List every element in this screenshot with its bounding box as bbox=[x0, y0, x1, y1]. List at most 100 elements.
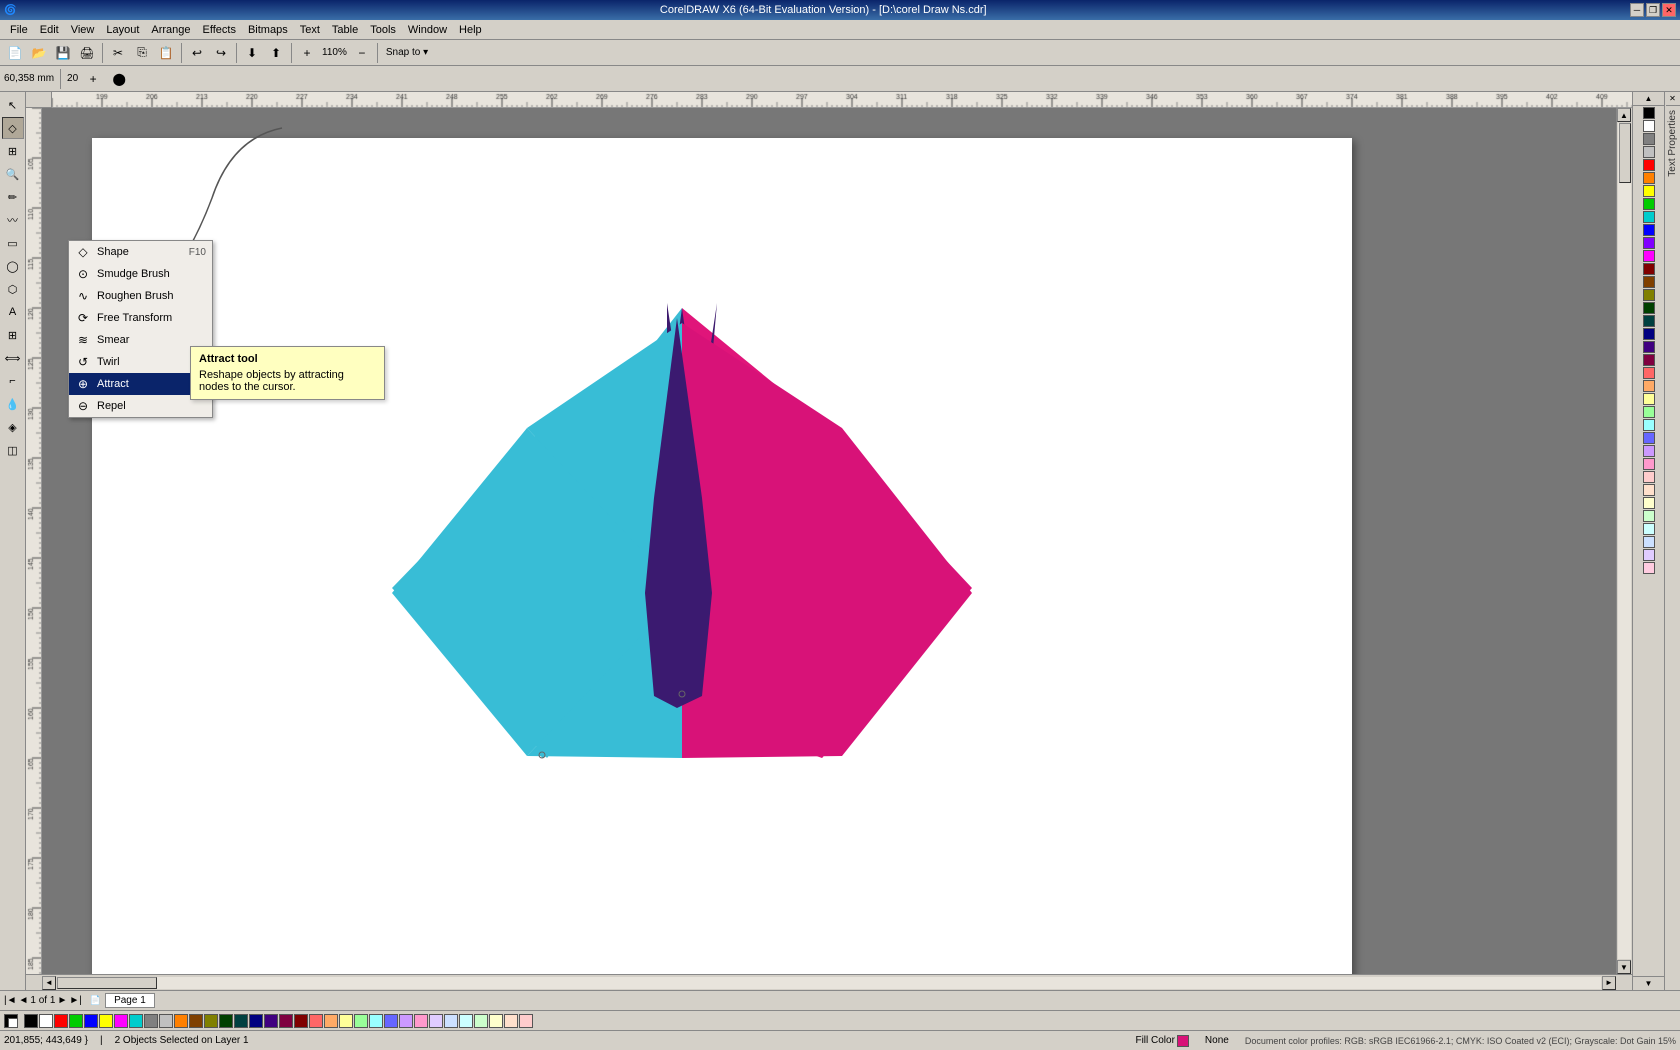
menu-help[interactable]: Help bbox=[453, 22, 488, 38]
palette-color-swatch[interactable] bbox=[1643, 107, 1655, 119]
current-fill-swatch[interactable] bbox=[4, 1014, 18, 1028]
redo-button[interactable]: ↪ bbox=[210, 42, 232, 64]
bottom-color-swatch[interactable] bbox=[459, 1014, 473, 1028]
transparency-tool[interactable]: ◫ bbox=[2, 439, 24, 461]
menu-item-freetransform[interactable]: ⟳ Free Transform bbox=[69, 307, 212, 329]
palette-color-swatch[interactable] bbox=[1643, 211, 1655, 223]
save-button[interactable]: 💾 bbox=[52, 42, 74, 64]
bottom-color-swatch[interactable] bbox=[294, 1014, 308, 1028]
palette-scroll-up[interactable]: ▲ bbox=[1633, 92, 1664, 106]
crop-tool[interactable]: ⊞ bbox=[2, 140, 24, 162]
palette-color-swatch[interactable] bbox=[1643, 484, 1655, 496]
palette-color-swatch[interactable] bbox=[1643, 393, 1655, 405]
palette-color-swatch[interactable] bbox=[1643, 341, 1655, 353]
bottom-color-swatch[interactable] bbox=[39, 1014, 53, 1028]
zoom-in-button[interactable]: + bbox=[296, 42, 318, 64]
palette-color-swatch[interactable] bbox=[1643, 380, 1655, 392]
bottom-color-swatch[interactable] bbox=[219, 1014, 233, 1028]
page-tab-1[interactable]: Page 1 bbox=[105, 993, 155, 1008]
h-scrollbar[interactable]: ◄ ► bbox=[42, 975, 1616, 990]
palette-color-swatch[interactable] bbox=[1643, 250, 1655, 262]
palette-color-swatch[interactable] bbox=[1643, 133, 1655, 145]
close-button[interactable]: ✕ bbox=[1662, 3, 1676, 17]
palette-color-swatch[interactable] bbox=[1643, 510, 1655, 522]
nib-mode[interactable]: ⬤ bbox=[108, 68, 130, 90]
export-button[interactable]: ⬆ bbox=[265, 42, 287, 64]
palette-color-swatch[interactable] bbox=[1643, 159, 1655, 171]
rect-tool[interactable]: ▭ bbox=[2, 232, 24, 254]
freehand-tool[interactable]: ✏ bbox=[2, 186, 24, 208]
palette-color-swatch[interactable] bbox=[1643, 185, 1655, 197]
menu-effects[interactable]: Effects bbox=[197, 22, 242, 38]
scroll-down-button[interactable]: ▼ bbox=[1617, 960, 1631, 974]
bottom-color-swatch[interactable] bbox=[489, 1014, 503, 1028]
bottom-color-swatch[interactable] bbox=[369, 1014, 383, 1028]
page-next-button[interactable]: ► bbox=[57, 995, 67, 1006]
connector-tool[interactable]: ⌐ bbox=[2, 370, 24, 392]
palette-color-swatch[interactable] bbox=[1643, 497, 1655, 509]
open-button[interactable]: 📂 bbox=[28, 42, 50, 64]
bottom-color-swatch[interactable] bbox=[69, 1014, 83, 1028]
palette-color-swatch[interactable] bbox=[1643, 471, 1655, 483]
v-scrollbar[interactable]: ▲ ▼ bbox=[1616, 108, 1632, 974]
bottom-color-swatch[interactable] bbox=[234, 1014, 248, 1028]
bottom-color-swatch[interactable] bbox=[429, 1014, 443, 1028]
palette-color-swatch[interactable] bbox=[1643, 224, 1655, 236]
import-button[interactable]: ⬇ bbox=[241, 42, 263, 64]
table-tool[interactable]: ⊞ bbox=[2, 324, 24, 346]
menu-item-smudge[interactable]: ⊙ Smudge Brush bbox=[69, 263, 212, 285]
palette-color-swatch[interactable] bbox=[1643, 315, 1655, 327]
scroll-up-button[interactable]: ▲ bbox=[1617, 108, 1631, 122]
palette-color-swatch[interactable] bbox=[1643, 172, 1655, 184]
fill-tool[interactable]: ◈ bbox=[2, 416, 24, 438]
palette-color-swatch[interactable] bbox=[1643, 419, 1655, 431]
palette-color-swatch[interactable] bbox=[1643, 367, 1655, 379]
menu-text[interactable]: Text bbox=[294, 22, 326, 38]
bottom-color-swatch[interactable] bbox=[159, 1014, 173, 1028]
menu-window[interactable]: Window bbox=[402, 22, 453, 38]
menu-edit[interactable]: Edit bbox=[34, 22, 65, 38]
bottom-color-swatch[interactable] bbox=[474, 1014, 488, 1028]
current-stroke-swatch[interactable] bbox=[8, 1018, 18, 1028]
palette-color-swatch[interactable] bbox=[1643, 120, 1655, 132]
select-tool[interactable]: ↖ bbox=[2, 94, 24, 116]
bottom-color-swatch[interactable] bbox=[309, 1014, 323, 1028]
menu-arrange[interactable]: Arrange bbox=[145, 22, 196, 38]
dropper-tool[interactable]: 💧 bbox=[2, 393, 24, 415]
palette-color-swatch[interactable] bbox=[1643, 549, 1655, 561]
palette-color-swatch[interactable] bbox=[1643, 445, 1655, 457]
shape-tool[interactable]: ◇ bbox=[2, 117, 24, 139]
cut-button[interactable]: ✂ bbox=[107, 42, 129, 64]
undo-button[interactable]: ↩ bbox=[186, 42, 208, 64]
palette-color-swatch[interactable] bbox=[1643, 562, 1655, 574]
nib-size-up[interactable]: + bbox=[82, 68, 104, 90]
bottom-color-swatch[interactable] bbox=[129, 1014, 143, 1028]
bottom-color-swatch[interactable] bbox=[174, 1014, 188, 1028]
bottom-color-swatch[interactable] bbox=[354, 1014, 368, 1028]
palette-color-swatch[interactable] bbox=[1643, 237, 1655, 249]
zoom-tool[interactable]: 🔍 bbox=[2, 163, 24, 185]
menu-table[interactable]: Table bbox=[326, 22, 364, 38]
palette-color-swatch[interactable] bbox=[1643, 302, 1655, 314]
restore-button[interactable]: ❐ bbox=[1646, 3, 1660, 17]
palette-color-swatch[interactable] bbox=[1643, 406, 1655, 418]
bottom-color-swatch[interactable] bbox=[399, 1014, 413, 1028]
bottom-color-swatch[interactable] bbox=[444, 1014, 458, 1028]
scroll-left-button[interactable]: ◄ bbox=[42, 976, 56, 990]
palette-color-swatch[interactable] bbox=[1643, 354, 1655, 366]
parallel-dim-tool[interactable]: ⟺ bbox=[2, 347, 24, 369]
minimize-button[interactable]: ─ bbox=[1630, 3, 1644, 17]
bottom-color-swatch[interactable] bbox=[54, 1014, 68, 1028]
palette-scroll-down[interactable]: ▼ bbox=[1633, 976, 1664, 990]
bottom-color-swatch[interactable] bbox=[204, 1014, 218, 1028]
palette-color-swatch[interactable] bbox=[1643, 146, 1655, 158]
canvas-scroll[interactable]: ◇ Shape F10 ⊙ Smudge Brush ∿ Roughen Bru… bbox=[42, 108, 1616, 974]
print-button[interactable]: 🖨 bbox=[76, 42, 98, 64]
bottom-color-swatch[interactable] bbox=[99, 1014, 113, 1028]
bottom-color-swatch[interactable] bbox=[519, 1014, 533, 1028]
menu-item-roughen[interactable]: ∿ Roughen Brush bbox=[69, 285, 212, 307]
ellipse-tool[interactable]: ◯ bbox=[2, 255, 24, 277]
palette-color-swatch[interactable] bbox=[1643, 263, 1655, 275]
palette-color-swatch[interactable] bbox=[1643, 276, 1655, 288]
scroll-right-button[interactable]: ► bbox=[1602, 976, 1616, 990]
